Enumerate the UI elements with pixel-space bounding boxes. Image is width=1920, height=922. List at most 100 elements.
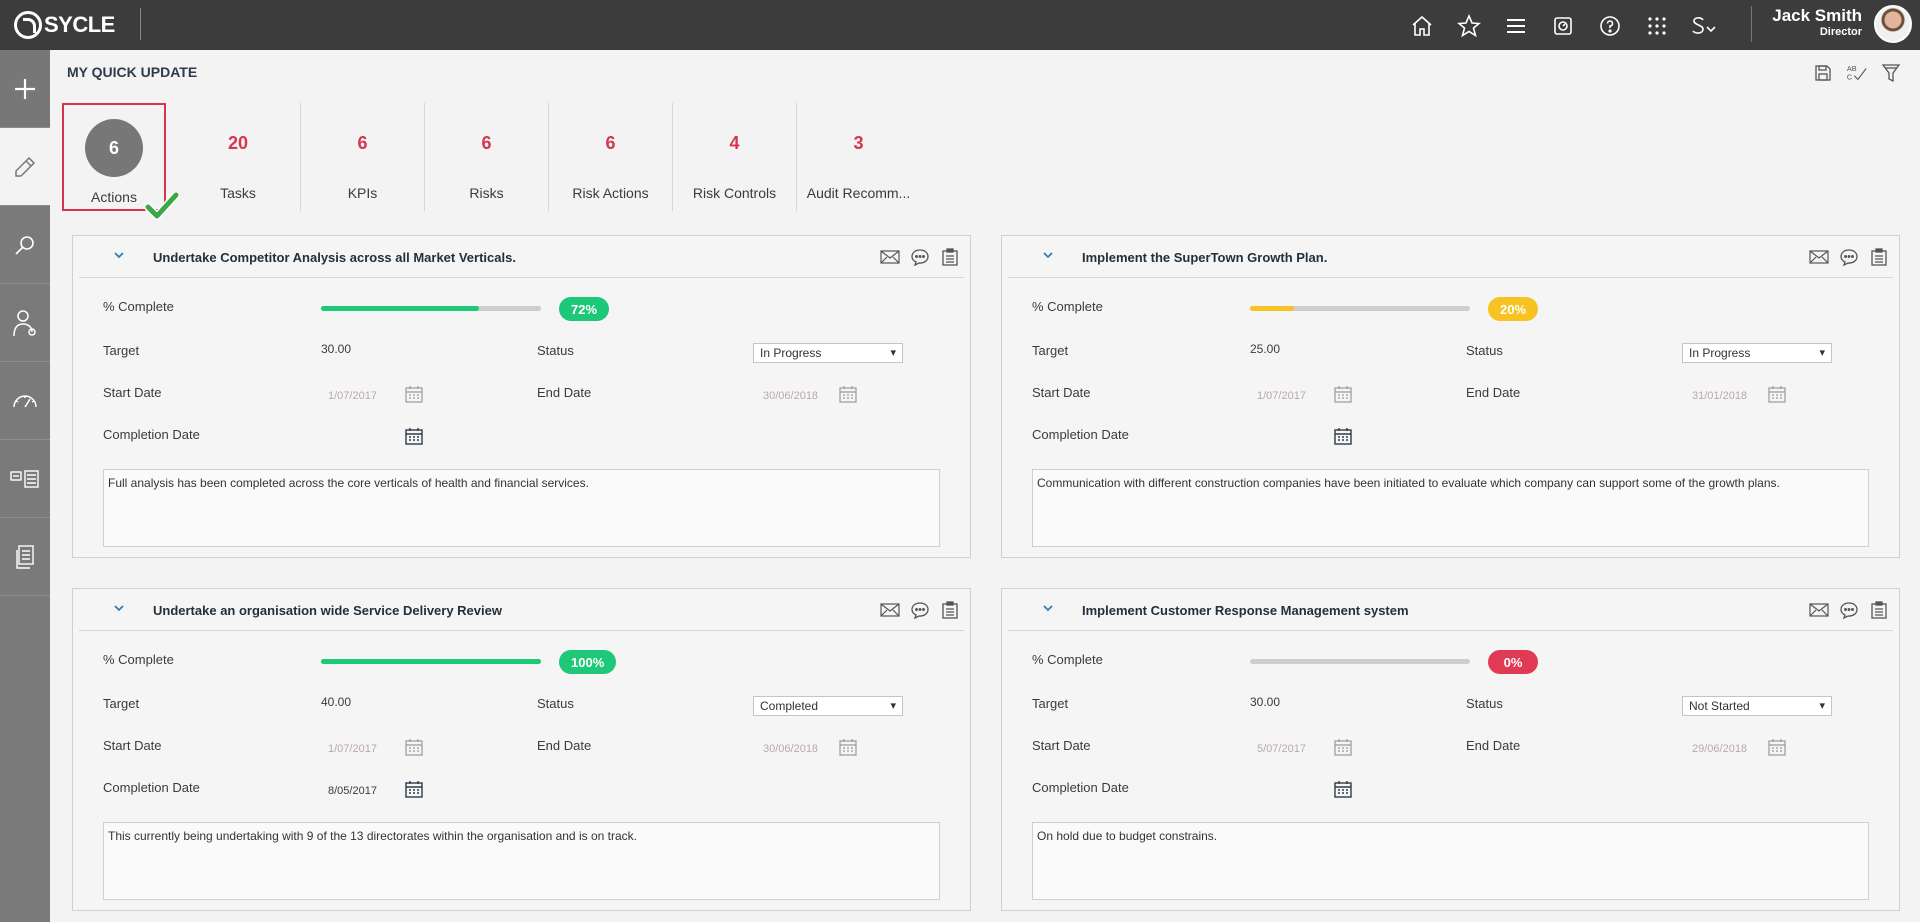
- end-date-value[interactable]: 30/06/2018: [763, 743, 818, 755]
- spellcheck-icon[interactable]: AB C: [1846, 62, 1868, 84]
- comment-icon[interactable]: [910, 601, 930, 619]
- header-tools: AB C: [1812, 62, 1902, 84]
- clipboard-icon[interactable]: [940, 601, 960, 619]
- tab-count: 6: [85, 119, 143, 177]
- apps-grid-icon[interactable]: [1640, 9, 1673, 42]
- chevron-down-icon[interactable]: [1042, 249, 1054, 261]
- dashboard-icon[interactable]: [1546, 9, 1579, 42]
- user-info[interactable]: Jack Smith Director: [1772, 6, 1862, 38]
- sidebar-list[interactable]: [0, 440, 50, 518]
- chevron-down-icon[interactable]: [1042, 602, 1054, 614]
- completion-date-value[interactable]: 8/05/2017: [328, 785, 377, 797]
- start-date-value[interactable]: 1/07/2017: [328, 743, 377, 755]
- calendar-icon[interactable]: [1334, 780, 1352, 798]
- target-value[interactable]: 30.00: [1250, 695, 1280, 709]
- start-date-label: Start Date: [103, 738, 162, 753]
- status-select[interactable]: In Progress: [1682, 343, 1832, 363]
- calendar-icon[interactable]: [839, 738, 857, 756]
- clipboard-icon[interactable]: [940, 248, 960, 266]
- card-title: Undertake Competitor Analysis across all…: [153, 250, 516, 265]
- card-header: Undertake Competitor Analysis across all…: [79, 236, 964, 278]
- start-date-value[interactable]: 1/07/2017: [1257, 390, 1306, 402]
- comment-icon[interactable]: [1839, 601, 1859, 619]
- sidebar-add[interactable]: [0, 50, 50, 128]
- clipboard-icon[interactable]: [1869, 248, 1889, 266]
- status-label: Status: [1466, 696, 1503, 711]
- tab-risk-controls[interactable]: 4 Risk Controls: [672, 103, 796, 211]
- help-icon[interactable]: [1593, 9, 1626, 42]
- calendar-icon[interactable]: [1334, 427, 1352, 445]
- filter-icon[interactable]: [1880, 62, 1902, 84]
- comment-icon[interactable]: [1839, 248, 1859, 266]
- status-select[interactable]: Completed: [753, 696, 903, 716]
- email-icon[interactable]: [880, 248, 900, 266]
- pct-complete-label: % Complete: [1032, 652, 1103, 667]
- percent-badge: 100%: [559, 650, 617, 674]
- email-icon[interactable]: [1809, 601, 1829, 619]
- card-tools: [1809, 248, 1889, 266]
- calendar-icon[interactable]: [839, 385, 857, 403]
- tab-risks[interactable]: 6 Risks: [424, 103, 548, 211]
- comment-textarea[interactable]: Full analysis has been completed across …: [103, 469, 940, 547]
- home-icon[interactable]: [1405, 9, 1438, 42]
- sidebar-document[interactable]: [0, 518, 50, 596]
- end-date-value[interactable]: 30/06/2018: [763, 390, 818, 402]
- pct-complete-label: % Complete: [1032, 299, 1103, 314]
- tab-actions[interactable]: 6 Actions: [62, 103, 180, 220]
- menu-icon[interactable]: [1499, 9, 1532, 42]
- tab-label: Tasks: [220, 185, 256, 201]
- percent-badge: 20%: [1488, 297, 1539, 321]
- status-select[interactable]: In Progress: [753, 343, 903, 363]
- sidebar-gauge[interactable]: [0, 362, 50, 440]
- sidebar-edit[interactable]: [0, 128, 50, 206]
- tab-kpis[interactable]: 6 KPIs: [300, 103, 424, 211]
- chevron-down-icon[interactable]: [113, 602, 125, 614]
- clipboard-icon[interactable]: [1869, 601, 1889, 619]
- tab-count: 3: [853, 133, 864, 153]
- email-icon[interactable]: [880, 601, 900, 619]
- calendar-icon[interactable]: [405, 385, 423, 403]
- start-date-value[interactable]: 5/07/2017: [1257, 743, 1306, 755]
- progress-bar: [1250, 306, 1470, 311]
- calendar-icon[interactable]: [405, 738, 423, 756]
- target-value[interactable]: 30.00: [321, 342, 351, 356]
- tab-tasks[interactable]: 20 Tasks: [176, 103, 300, 211]
- tab-risk-actions[interactable]: 6 Risk Actions: [548, 103, 672, 211]
- end-date-value[interactable]: 29/06/2018: [1692, 743, 1747, 755]
- sv-dropdown-icon[interactable]: [1687, 9, 1720, 42]
- end-date-value[interactable]: 31/01/2018: [1692, 390, 1747, 402]
- save-icon[interactable]: [1812, 62, 1834, 84]
- start-date-value[interactable]: 1/07/2017: [328, 390, 377, 402]
- avatar[interactable]: [1874, 5, 1912, 43]
- divider: [140, 8, 141, 40]
- start-date-label: Start Date: [103, 385, 162, 400]
- sidebar-people[interactable]: [0, 284, 50, 362]
- calendar-icon[interactable]: [1768, 738, 1786, 756]
- comment-textarea[interactable]: On hold due to budget constrains.: [1032, 822, 1869, 900]
- card-header: Undertake an organisation wide Service D…: [79, 589, 964, 631]
- calendar-icon[interactable]: [1768, 385, 1786, 403]
- tab-count: 20: [227, 133, 249, 153]
- comment-icon[interactable]: [910, 248, 930, 266]
- tab-count: 6: [357, 133, 368, 153]
- email-icon[interactable]: [1809, 248, 1829, 266]
- star-icon[interactable]: [1452, 9, 1485, 42]
- calendar-icon[interactable]: [405, 427, 423, 445]
- logo-text: SYCLE: [44, 12, 115, 37]
- calendar-icon[interactable]: [1334, 738, 1352, 756]
- comment-textarea[interactable]: This currently being undertaking with 9 …: [103, 822, 940, 900]
- end-date-label: End Date: [1466, 385, 1521, 400]
- calendar-icon[interactable]: [405, 780, 423, 798]
- target-value[interactable]: 25.00: [1250, 342, 1280, 356]
- status-select[interactable]: Not Started: [1682, 696, 1832, 716]
- tab-audit-recommendations[interactable]: 3 Audit Recomm...: [796, 103, 920, 211]
- pct-complete-label: % Complete: [103, 299, 174, 314]
- sycle-logo[interactable]: SYCLE: [14, 10, 115, 40]
- calendar-icon[interactable]: [1334, 385, 1352, 403]
- progress-bar: [1250, 659, 1470, 664]
- card-title: Implement the SuperTown Growth Plan.: [1082, 250, 1328, 265]
- comment-textarea[interactable]: Communication with different constructio…: [1032, 469, 1869, 547]
- sidebar-search[interactable]: [0, 206, 50, 284]
- target-value[interactable]: 40.00: [321, 695, 351, 709]
- chevron-down-icon[interactable]: [113, 249, 125, 261]
